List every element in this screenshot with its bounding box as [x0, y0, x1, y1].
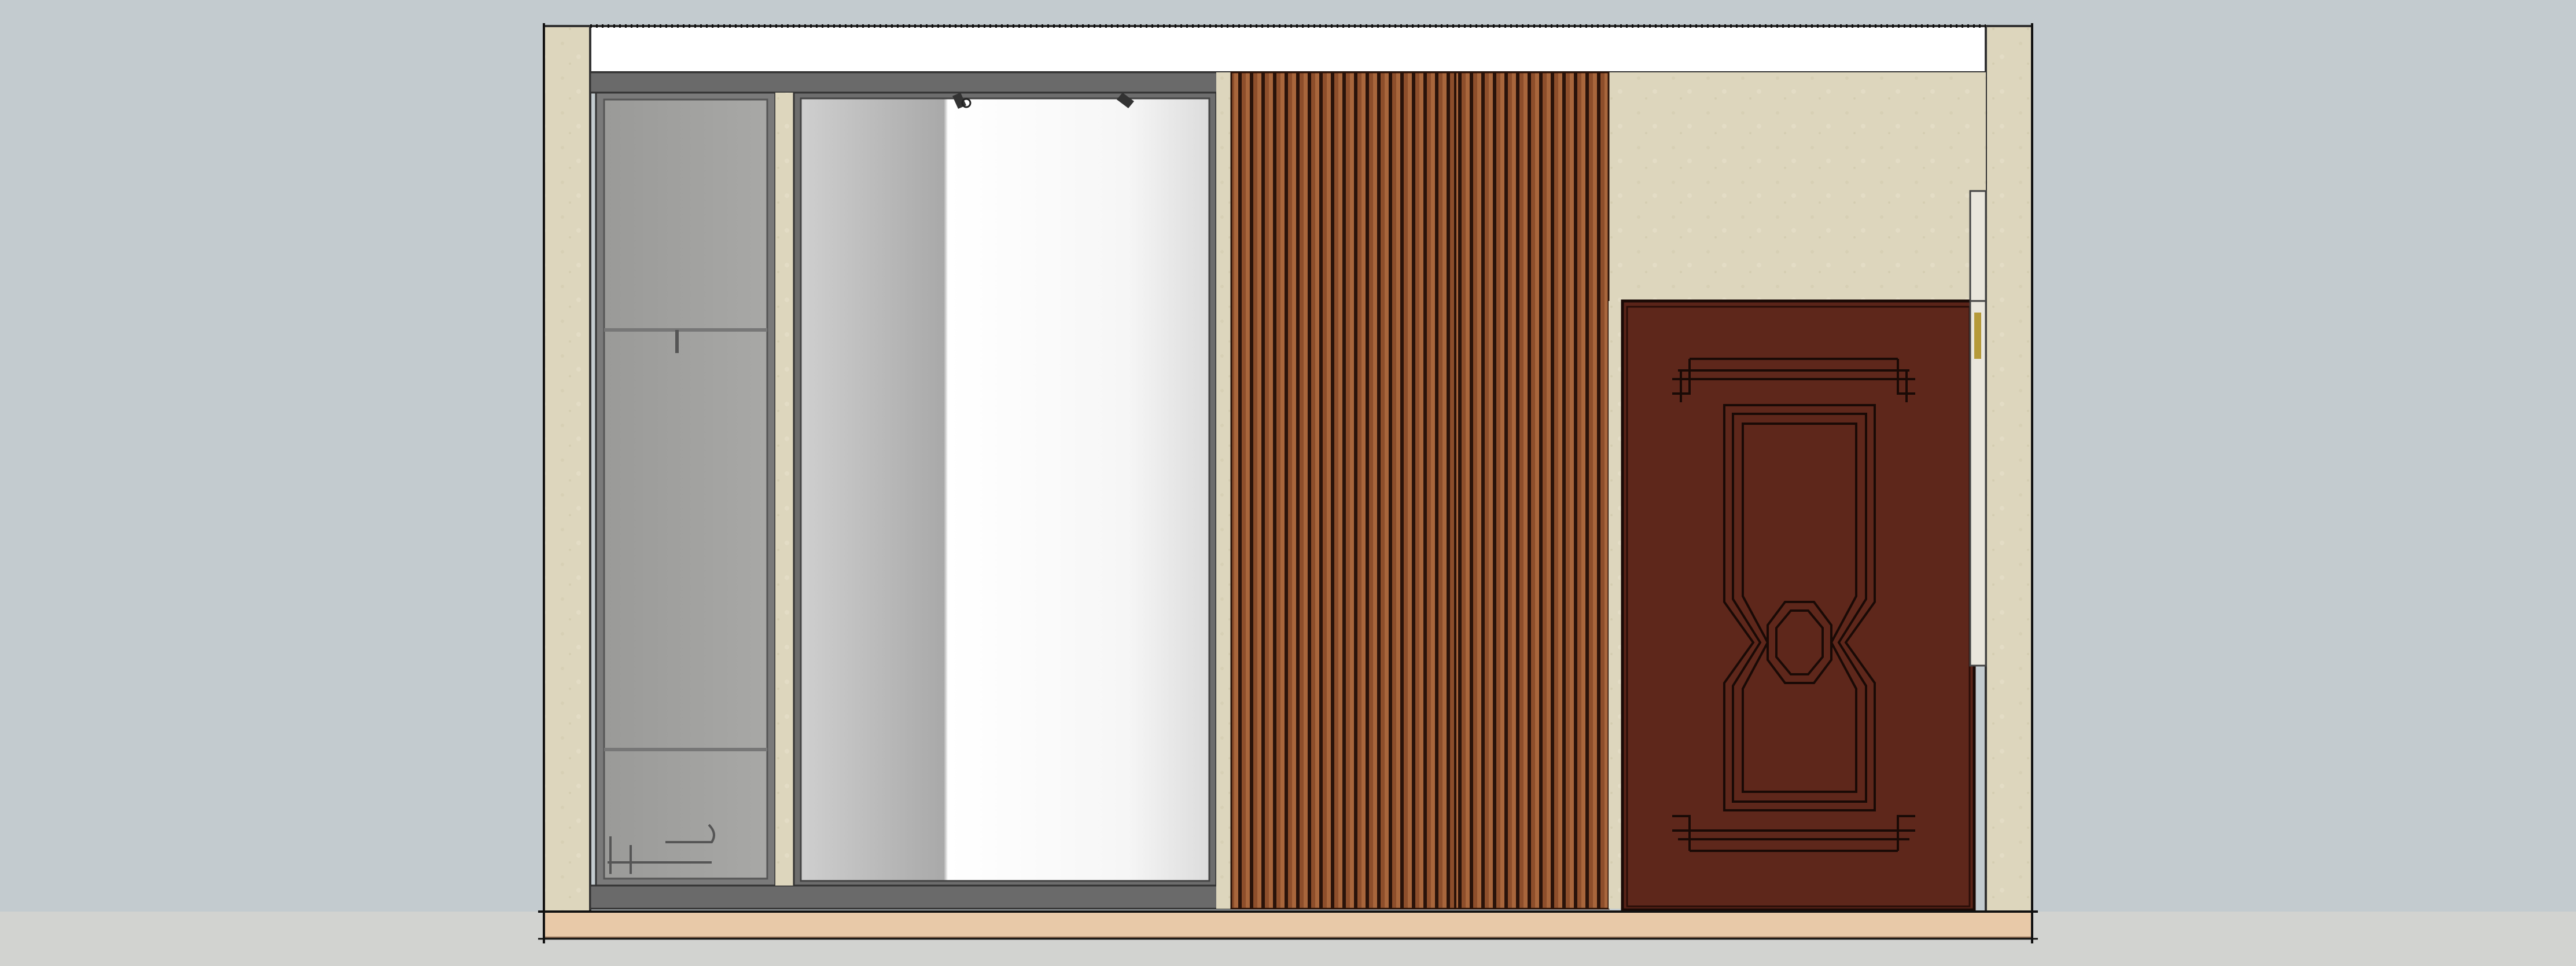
wooden-door: [1621, 299, 1976, 912]
wardrobe-glass-panel: [595, 91, 777, 887]
stone-wall-mid: [1216, 72, 1231, 909]
elevation-drawing: [0, 0, 2576, 966]
wood-slat-wall-panel: [1230, 71, 1610, 910]
elevation-svg: [0, 23, 2576, 966]
stone-wall-gap: [775, 93, 794, 886]
side-window-strip: [1969, 190, 1987, 667]
stone-wall-upper: [1609, 72, 1986, 301]
mirror-sliding-door: [793, 91, 1217, 887]
ceiling-band: [589, 25, 1987, 74]
stone-wall-right: [1985, 25, 2033, 913]
stone-wall-left: [543, 25, 591, 913]
stone-wall-door-left: [1609, 301, 1622, 909]
floor-finish: [543, 910, 2033, 939]
